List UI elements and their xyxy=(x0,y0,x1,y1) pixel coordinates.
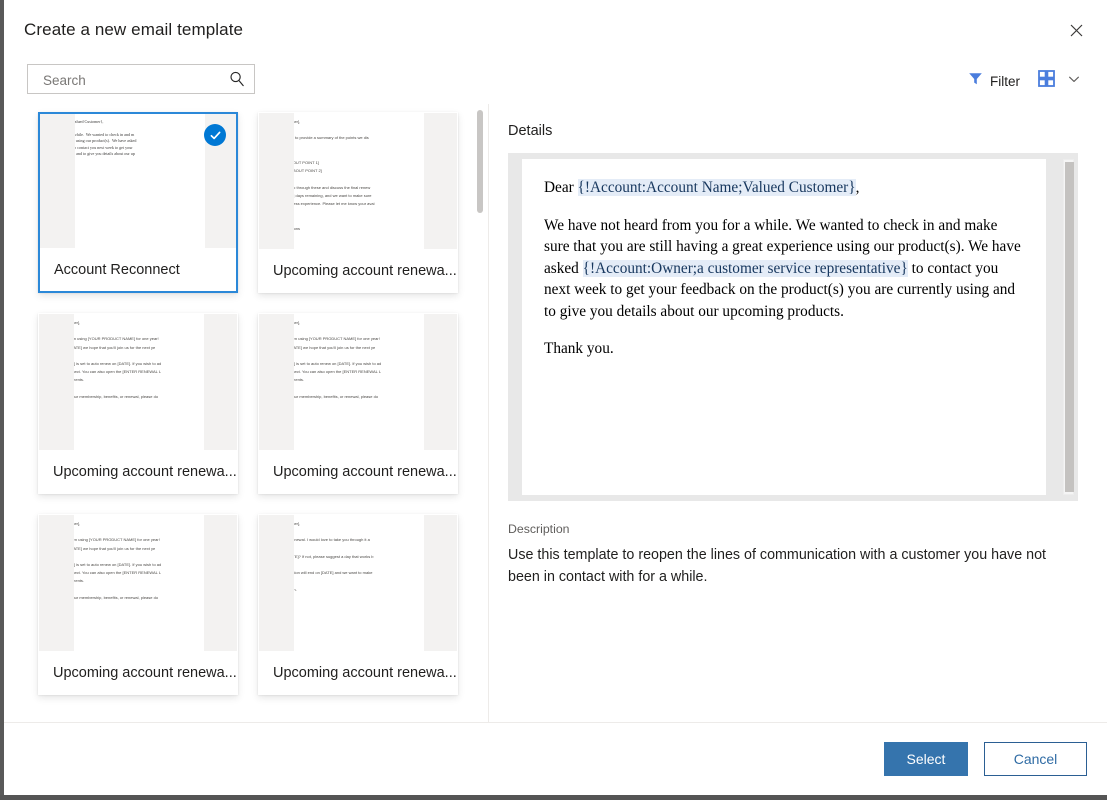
template-thumbnail-page: ed customer], for your renewal. I would … xyxy=(294,515,424,653)
dialog-body: nt Name;Valued Customer}, you for a whil… xyxy=(4,104,1107,722)
merge-field-account-owner: {!Account:Owner;a customer service repre… xyxy=(583,260,908,277)
template-card[interactable]: ed customer], up. I'd like to provide a … xyxy=(258,112,458,293)
template-thumbnail-page: ed customer], tically been using [YOUR P… xyxy=(74,314,204,452)
filter-icon xyxy=(968,71,983,91)
select-button[interactable]: Select xyxy=(884,742,968,776)
close-icon xyxy=(1070,23,1083,40)
template-thumbnail-text: ed customer], ticality been using [YOUR … xyxy=(74,520,204,602)
page-title: Create a new email template xyxy=(24,20,243,40)
gallery-scrollbar-thumb[interactable] xyxy=(477,110,483,213)
template-card-label: Account Reconnect xyxy=(40,248,236,291)
filter-label: Filter xyxy=(990,74,1020,89)
template-thumbnail-page: nt Name;Valued Customer}, you for a whil… xyxy=(75,114,205,250)
preview-scrollbar[interactable] xyxy=(1063,159,1074,495)
template-thumbnail-text: ed customer], tically been using [YOUR P… xyxy=(74,319,204,401)
preview-closing: Thank you. xyxy=(544,338,1024,360)
template-card[interactable]: ed customer], ticality been using [YOUR … xyxy=(258,313,458,494)
template-thumbnail: ed customer], for your renewal. I would … xyxy=(259,515,457,653)
dialog-footer: Select Cancel xyxy=(4,723,1107,795)
gallery-scrollbar[interactable] xyxy=(475,106,485,720)
grid-view-button[interactable] xyxy=(1028,66,1061,96)
template-preview-page: Dear {!Account:Account Name;Valued Custo… xyxy=(522,159,1046,495)
details-pane: Details Dear {!Account:Account Name;Valu… xyxy=(489,104,1107,722)
close-button[interactable] xyxy=(1059,14,1093,48)
template-card-label: Upcoming account renewa... xyxy=(259,249,457,292)
merge-field-account-name: {!Account:Account Name;Valued Customer} xyxy=(578,179,856,196)
template-gallery: nt Name;Valued Customer}, you for a whil… xyxy=(4,104,485,722)
template-thumbnail-page: ed customer], ticality been using [YOUR … xyxy=(74,515,204,653)
cancel-button[interactable]: Cancel xyxy=(984,742,1087,776)
template-card-label: Upcoming account renewa... xyxy=(39,450,237,493)
template-thumbnail-text: nt Name;Valued Customer}, you for a whil… xyxy=(75,119,205,157)
template-thumbnail: ed customer], ticality been using [YOUR … xyxy=(39,515,237,653)
preview-paragraph-body: We have not heard from you for a while. … xyxy=(544,215,1024,323)
template-card-label: Upcoming account renewa... xyxy=(259,651,457,694)
description-heading: Description xyxy=(508,522,570,536)
template-card[interactable]: nt Name;Valued Customer}, you for a whil… xyxy=(38,112,238,293)
preview-scrollbar-thumb[interactable] xyxy=(1065,162,1074,492)
template-thumbnail-page: ed customer], ticality been using [YOUR … xyxy=(294,314,424,452)
greeting-prefix: Dear xyxy=(544,179,578,196)
search-input[interactable] xyxy=(41,65,220,95)
template-thumbnail: ed customer], up. I'd like to provide a … xyxy=(259,113,457,251)
search-icon xyxy=(228,70,246,88)
template-card[interactable]: ed customer], for your renewal. I would … xyxy=(258,514,458,695)
chevron-down-icon xyxy=(1067,72,1081,91)
template-thumbnail-text: ed customer], for your renewal. I would … xyxy=(294,520,424,594)
template-thumbnail-text: ed customer], ticality been using [YOUR … xyxy=(294,319,424,401)
create-email-template-dialog: Create a new email template Filter xyxy=(4,0,1107,795)
template-card-label: Upcoming account renewa... xyxy=(259,450,457,493)
template-thumbnail-page: ed customer], up. I'd like to provide a … xyxy=(294,113,424,251)
checkmark-icon xyxy=(209,129,222,142)
page-background-bottom-sliver xyxy=(0,795,1107,800)
template-thumbnail-text: ed customer], up. I'd like to provide a … xyxy=(294,118,424,233)
template-thumbnail: ed customer], tically been using [YOUR P… xyxy=(39,314,237,452)
template-thumbnail: ed customer], ticality been using [YOUR … xyxy=(259,314,457,452)
template-card[interactable]: ed customer], ticality been using [YOUR … xyxy=(38,514,238,695)
template-preview-frame: Dear {!Account:Account Name;Valued Custo… xyxy=(508,153,1078,501)
template-preview-body: Dear {!Account:Account Name;Valued Custo… xyxy=(522,159,1046,360)
details-heading: Details xyxy=(508,123,552,139)
greeting-suffix: , xyxy=(856,179,860,196)
template-card[interactable]: ed customer], tically been using [YOUR P… xyxy=(38,313,238,494)
description-text: Use this template to reopen the lines of… xyxy=(508,544,1056,588)
view-options-dropdown-button[interactable] xyxy=(1061,68,1089,95)
template-card-grid: nt Name;Valued Customer}, you for a whil… xyxy=(38,112,468,695)
template-card-label: Upcoming account renewa... xyxy=(39,651,237,694)
search-box[interactable] xyxy=(27,64,255,94)
grid-view-icon xyxy=(1038,70,1055,92)
gallery-toolbar: Filter xyxy=(960,66,1089,96)
selected-check-badge xyxy=(204,124,226,146)
preview-greeting: Dear {!Account:Account Name;Valued Custo… xyxy=(544,177,1024,199)
filter-button[interactable]: Filter xyxy=(960,67,1028,95)
